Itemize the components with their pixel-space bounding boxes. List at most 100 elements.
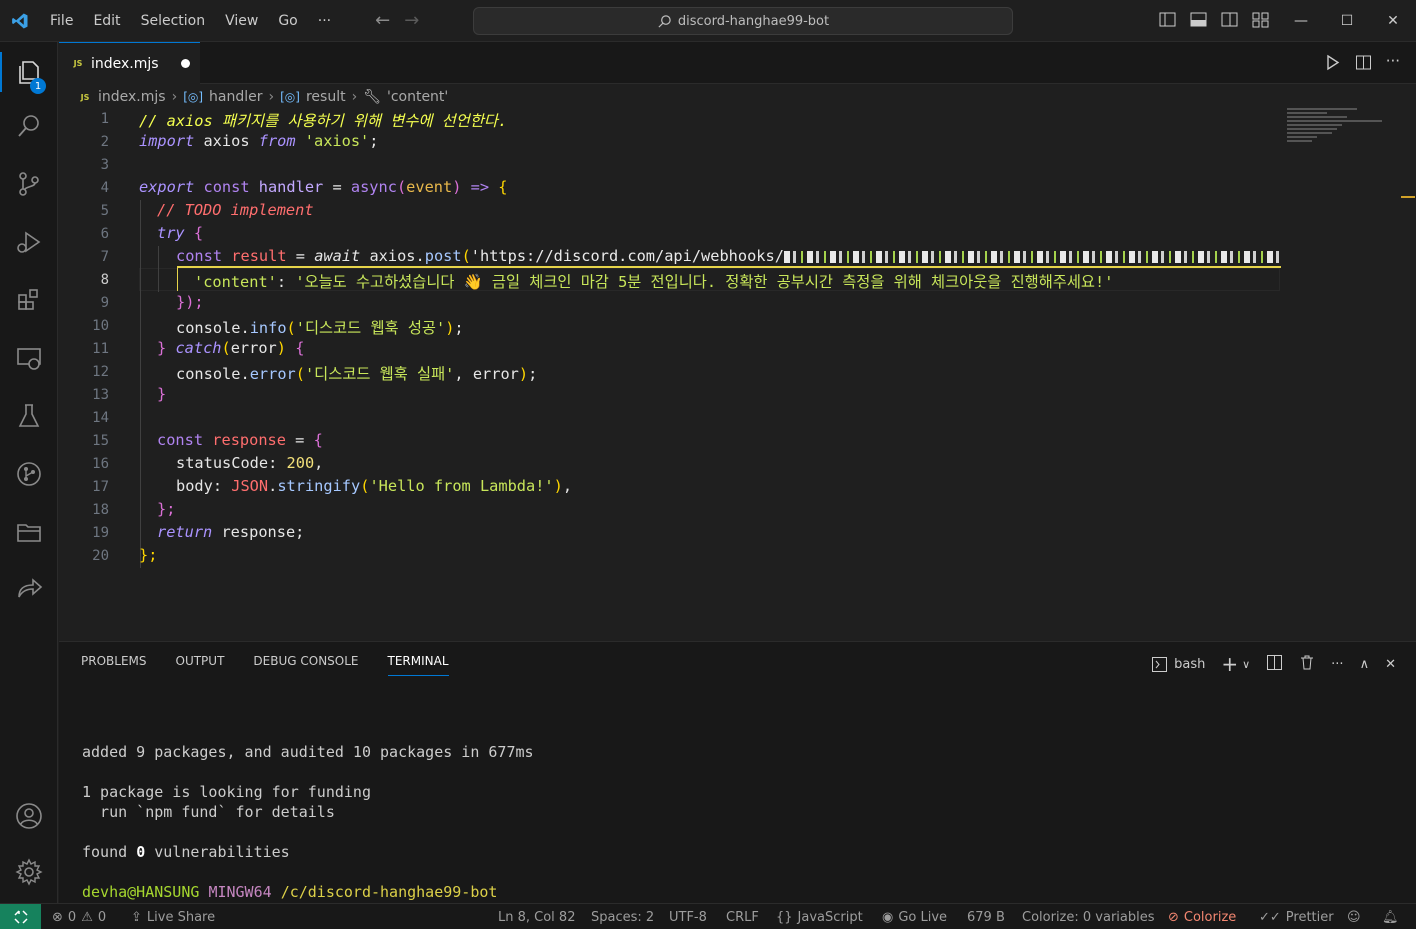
breadcrumb-file[interactable]: index.mjs [98, 89, 166, 105]
search-icon[interactable] [0, 102, 58, 150]
settings-gear-icon[interactable] [0, 848, 58, 896]
code-line-8: 'content': '오늘도 수고하셨습니다 👋 금일 체크인 마감 5분 전… [194, 273, 1114, 291]
close-panel-icon[interactable]: ✕ [1385, 657, 1396, 672]
toggle-secondary-sidebar-icon[interactable] [1220, 10, 1239, 29]
cursor-position[interactable]: Ln 8, Col 82 [498, 904, 575, 929]
code-line-5: // TODO implement [157, 201, 314, 219]
indentation[interactable]: Spaces: 2 [591, 904, 654, 929]
indent-guide [140, 200, 141, 568]
close-window-icon[interactable]: ✕ [1370, 0, 1416, 42]
command-center-search[interactable]: discord-hanghae99-bot [473, 7, 1013, 35]
code-line-15: const response = { [157, 431, 323, 449]
double-check-icon: ✓✓ [1259, 909, 1281, 925]
source-control-icon[interactable] [0, 160, 58, 208]
go-live-label: Go Live [898, 909, 948, 925]
line-number: 10 [92, 318, 109, 334]
terminal-line: added 9 packages, and audited 10 package… [82, 743, 534, 761]
live-share-icon[interactable] [0, 566, 58, 614]
shell-label: bash [1174, 656, 1206, 672]
menu-go[interactable]: Go [268, 0, 307, 42]
split-editor-icon[interactable] [1355, 54, 1372, 75]
go-live-button[interactable]: ◉ Go Live [882, 904, 947, 929]
tab-index-mjs[interactable]: JS index.mjs [59, 42, 200, 84]
unsaved-dot-icon[interactable] [180, 59, 190, 68]
line-number: 3 [100, 157, 109, 173]
run-file-icon[interactable] [1324, 54, 1341, 75]
toggle-panel-icon[interactable] [1189, 10, 1208, 29]
colorize-button[interactable]: ⊘ Colorize [1168, 904, 1236, 929]
trash-icon[interactable] [1299, 654, 1315, 675]
menu-file[interactable]: File [40, 0, 83, 42]
remote-explorer-icon[interactable] [0, 334, 58, 382]
testing-icon[interactable] [0, 392, 58, 440]
maximize-panel-icon[interactable]: ∧ [1360, 657, 1370, 672]
minimap[interactable] [1287, 108, 1387, 150]
project-manager-icon[interactable] [0, 508, 58, 556]
line-number: 19 [92, 525, 109, 541]
end-of-line[interactable]: CRLF [726, 904, 759, 929]
tab-output[interactable]: OUTPUT [176, 654, 225, 676]
line-number: 20 [92, 548, 109, 564]
live-share-status[interactable]: ⇪ Live Share [131, 904, 215, 929]
editor-tab-bar: JS index.mjs ··· [59, 42, 1416, 84]
colorize-variables[interactable]: Colorize: 0 variables [1022, 904, 1155, 929]
code-editor[interactable]: 1 2 3 4 5 6 7 8 9 10 11 12 13 14 15 16 1… [59, 108, 1399, 640]
live-share-label: Live Share [146, 909, 216, 925]
layout-controls [1158, 10, 1270, 29]
menu-selection[interactable]: Selection [131, 0, 216, 42]
minimize-icon[interactable]: — [1278, 0, 1324, 42]
accounts-feedback-icon[interactable]: ☺ [1347, 904, 1361, 929]
menu-edit[interactable]: Edit [83, 0, 130, 42]
menu-more[interactable]: ··· [308, 0, 341, 42]
new-terminal-plus-icon[interactable]: + [1221, 652, 1238, 676]
problems-indicator[interactable]: ⊗ 0 ⚠ 0 [52, 904, 106, 929]
forward-arrow-icon[interactable]: → [404, 10, 419, 31]
tab-terminal[interactable]: TERMINAL [387, 654, 449, 676]
remote-indicator-icon[interactable] [0, 904, 41, 929]
redacted-webhook-token [783, 250, 1284, 263]
extensions-icon[interactable] [0, 276, 58, 324]
tab-problems[interactable]: PROBLEMS [81, 654, 147, 676]
customize-layout-icon[interactable] [1251, 10, 1270, 29]
explorer-icon[interactable]: 1 [0, 48, 58, 96]
activity-bar: 1 [0, 42, 58, 903]
search-icon [658, 14, 671, 28]
code-line-18: }; [157, 500, 176, 518]
back-arrow-icon[interactable]: ← [375, 10, 390, 31]
prettier-status[interactable]: ✓✓ Prettier [1259, 904, 1334, 929]
colorize-label: Colorize [1183, 909, 1237, 925]
chevron-down-icon[interactable]: ∨ [1242, 658, 1250, 671]
menu-view[interactable]: View [215, 0, 268, 42]
line-number: 16 [92, 456, 109, 472]
encoding[interactable]: UTF-8 [669, 904, 707, 929]
maximize-icon[interactable]: ☐ [1324, 0, 1370, 42]
code-line-6: try { [157, 224, 204, 242]
language-mode[interactable]: {} JavaScript [776, 904, 863, 929]
git-graph-icon[interactable] [0, 450, 58, 498]
editor-actions: ··· [1324, 54, 1400, 75]
accounts-icon[interactable] [0, 792, 58, 840]
notifications-bell-icon[interactable]: 🔔︎ [1382, 904, 1399, 929]
error-count: 0 [67, 909, 77, 925]
line-number: 7 [100, 249, 109, 265]
run-debug-icon[interactable] [0, 218, 58, 266]
more-actions-icon[interactable]: ··· [1386, 54, 1400, 75]
line-number: 8 [100, 272, 109, 288]
split-terminal-icon[interactable] [1266, 654, 1283, 675]
braces-icon: {} [776, 909, 793, 925]
terminal-profile-button[interactable]: bash [1151, 656, 1205, 673]
terminal-line: run `npm fund` for details [82, 803, 335, 821]
breadcrumb-result[interactable]: result [306, 89, 346, 105]
nav-arrows: ← → [375, 10, 419, 31]
terminal-output[interactable]: added 9 packages, and audited 10 package… [82, 722, 534, 929]
terminal-line: vulnerabilities [145, 843, 290, 861]
tab-debug-console[interactable]: DEBUG CONSOLE [253, 654, 358, 676]
language-label: JavaScript [797, 909, 863, 925]
breadcrumb-content[interactable]: 'content' [387, 89, 448, 105]
toggle-primary-sidebar-icon[interactable] [1158, 10, 1177, 29]
more-actions-icon[interactable]: ··· [1331, 657, 1343, 672]
breadcrumb-handler[interactable]: handler [209, 89, 262, 105]
window-controls: — ☐ ✕ [1278, 0, 1416, 42]
line-number: 9 [100, 295, 109, 311]
line-number: 18 [92, 502, 109, 518]
